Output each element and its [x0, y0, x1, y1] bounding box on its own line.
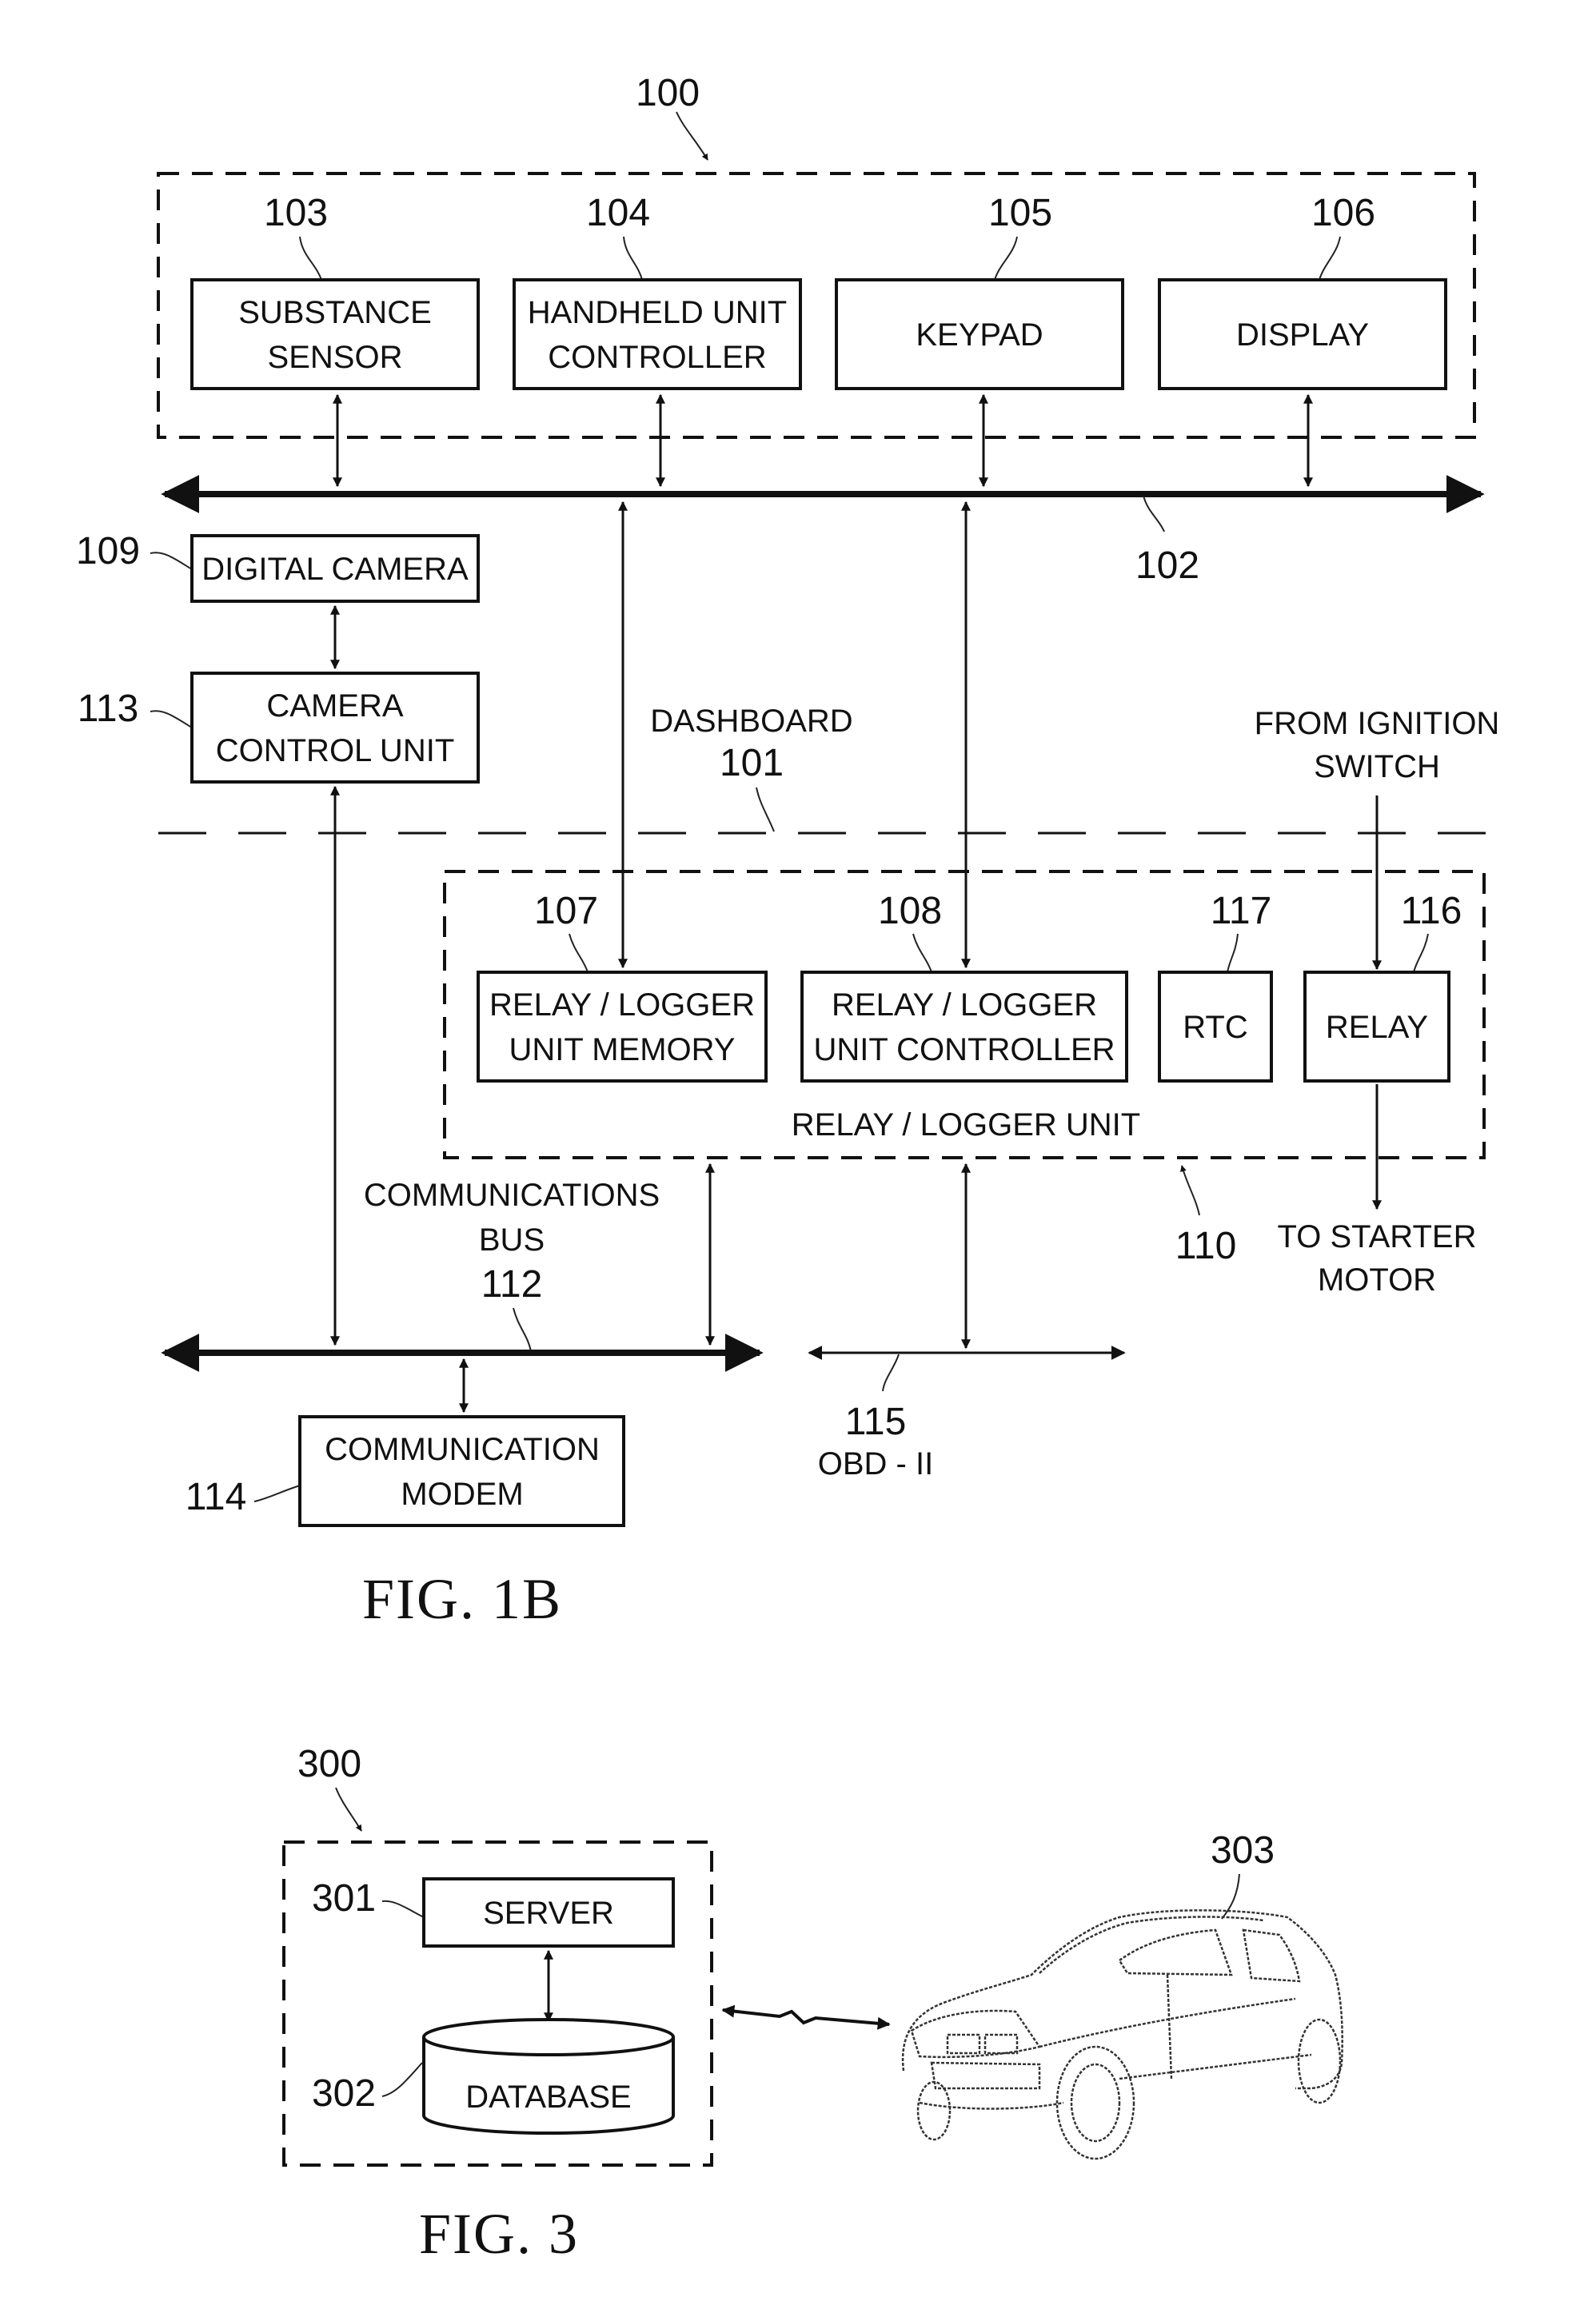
dashboard-label: DASHBOARD — [650, 704, 852, 739]
ref-301: 301 — [312, 1877, 376, 1920]
ignition-label-1: FROM IGNITION — [1255, 706, 1500, 741]
substance-sensor-label-2: SENSOR — [268, 340, 403, 375]
leader-104 — [623, 236, 643, 281]
logger-controller-block: 108 RELAY / LOGGER UNIT CONTROLLER — [800, 890, 1128, 1083]
logger-controller-label-1: RELAY / LOGGER — [832, 987, 1097, 1023]
ref-109: 109 — [76, 530, 140, 572]
starter-output: TO STARTER MOTOR — [1278, 1084, 1477, 1298]
leader-106 — [1319, 236, 1341, 281]
logger-memory-label-2: UNIT MEMORY — [509, 1032, 736, 1067]
ref-112: 112 — [481, 1263, 543, 1306]
fig-1b: 100 103 SUBSTANCE SENSOR 104 HANDHELD UN… — [76, 72, 1499, 1631]
leader-108 — [912, 933, 932, 973]
server-block: 301 SERVER — [312, 1877, 675, 1948]
ref-103: 103 — [264, 192, 328, 234]
comm-modem-label-1: COMMUNICATION — [325, 1432, 600, 1467]
database-label: DATABASE — [465, 2080, 631, 2115]
ref-110: 110 — [1175, 1225, 1237, 1267]
ignition-input: FROM IGNITION SWITCH — [1255, 706, 1500, 971]
ref-302: 302 — [312, 2072, 376, 2115]
ref-101: 101 — [720, 742, 784, 784]
ref-104: 104 — [586, 192, 650, 234]
relay-label: RELAY — [1326, 1010, 1428, 1045]
fig-3: 300 301 SERVER 302 DATABASE 303 FIG. 3 — [282, 1743, 1343, 2266]
fig-1b-title: FIG. 1B — [362, 1567, 562, 1631]
fig-3-title: FIG. 3 — [419, 2202, 579, 2266]
keypad-label: KEYPAD — [916, 317, 1043, 353]
camera-control-unit-label-1: CAMERA — [266, 688, 403, 724]
camera-control-unit-label-2: CONTROL UNIT — [216, 733, 455, 768]
ref-108: 108 — [878, 890, 942, 932]
database-block: 302 DATABASE — [312, 2018, 675, 2135]
rtc-block: 117 RTC — [1158, 890, 1273, 1083]
ignition-label-2: SWITCH — [1314, 749, 1440, 784]
logger-controller-label-2: UNIT CONTROLLER — [813, 1032, 1115, 1067]
leader-303 — [1221, 1873, 1240, 1920]
leader-105 — [994, 236, 1018, 281]
display-label: DISPLAY — [1236, 317, 1369, 353]
ref-106: 106 — [1311, 192, 1375, 234]
ref-117: 117 — [1211, 890, 1272, 932]
display-block: 106 DISPLAY — [1158, 192, 1447, 390]
handheld-controller-label-1: HANDHELD UNIT — [528, 295, 787, 330]
comm-modem-block: 114 COMMUNICATION MODEM — [186, 1415, 625, 1527]
leader-101 — [756, 787, 775, 832]
digital-camera-label: DIGITAL CAMERA — [201, 552, 469, 587]
leader-300 — [335, 1787, 362, 1832]
leader-100 — [676, 111, 708, 161]
ref-113: 113 — [78, 688, 139, 730]
camera-control-unit-block: 113 CAMERA CONTROL UNIT — [78, 672, 480, 784]
digital-camera-block: 109 DIGITAL CAMERA — [76, 530, 480, 603]
ref-105: 105 — [988, 192, 1052, 234]
leader-113 — [150, 710, 193, 728]
leader-109 — [150, 552, 193, 570]
leader-102 — [1143, 495, 1165, 532]
car-icon — [901, 1909, 1343, 2160]
handheld-controller-label-2: CONTROLLER — [548, 340, 766, 375]
ref-114: 114 — [186, 1476, 247, 1518]
relay-logger-unit-label: RELAY / LOGGER UNIT — [792, 1107, 1140, 1143]
handheld-controller-block: 104 HANDHELD UNIT CONTROLLER — [513, 192, 802, 390]
keypad-block: 105 KEYPAD — [835, 192, 1124, 390]
ref-102: 102 — [1135, 544, 1199, 587]
leader-116 — [1413, 933, 1429, 973]
substance-sensor-block: 103 SUBSTANCE SENSOR — [190, 192, 480, 390]
relay-block: 116 RELAY — [1303, 890, 1462, 1083]
ref-107: 107 — [534, 890, 598, 932]
leader-117 — [1227, 933, 1239, 973]
obd-label: OBD - II — [818, 1446, 933, 1482]
obd-bus: 115 OBD - II — [808, 1162, 1126, 1482]
ref-100: 100 — [636, 72, 700, 114]
logger-memory-label-1: RELAY / LOGGER — [489, 987, 755, 1023]
rtc-label: RTC — [1183, 1010, 1247, 1045]
starter-label-1: TO STARTER — [1278, 1219, 1477, 1254]
leader-302 — [381, 2062, 423, 2097]
leader-107 — [569, 933, 589, 973]
leader-114 — [253, 1485, 301, 1502]
comm-bus-label-1: COMMUNICATIONS — [364, 1178, 660, 1213]
comm-modem-label-2: MODEM — [401, 1477, 523, 1512]
starter-label-2: MOTOR — [1318, 1262, 1436, 1298]
database-cylinder-top — [422, 2018, 675, 2056]
patent-figure-sheet: 100 103 SUBSTANCE SENSOR 104 HANDHELD UN… — [76, 72, 1499, 2266]
server-label: SERVER — [483, 1896, 614, 1931]
ref-116: 116 — [1401, 890, 1462, 932]
comm-bus-label-2: BUS — [479, 1222, 545, 1258]
leader-115 — [882, 1354, 900, 1392]
wireless-link-icon — [721, 2004, 891, 2030]
leader-103 — [299, 236, 322, 281]
communications-bus: COMMUNICATIONS BUS 112 — [161, 785, 764, 1414]
substance-sensor-label-1: SUBSTANCE — [238, 295, 432, 330]
leader-110 — [1180, 1165, 1200, 1216]
ref-115: 115 — [845, 1401, 907, 1443]
leader-112 — [513, 1307, 532, 1352]
ref-300: 300 — [297, 1743, 361, 1785]
leader-301 — [381, 1900, 425, 1918]
ref-303: 303 — [1211, 1829, 1275, 1872]
